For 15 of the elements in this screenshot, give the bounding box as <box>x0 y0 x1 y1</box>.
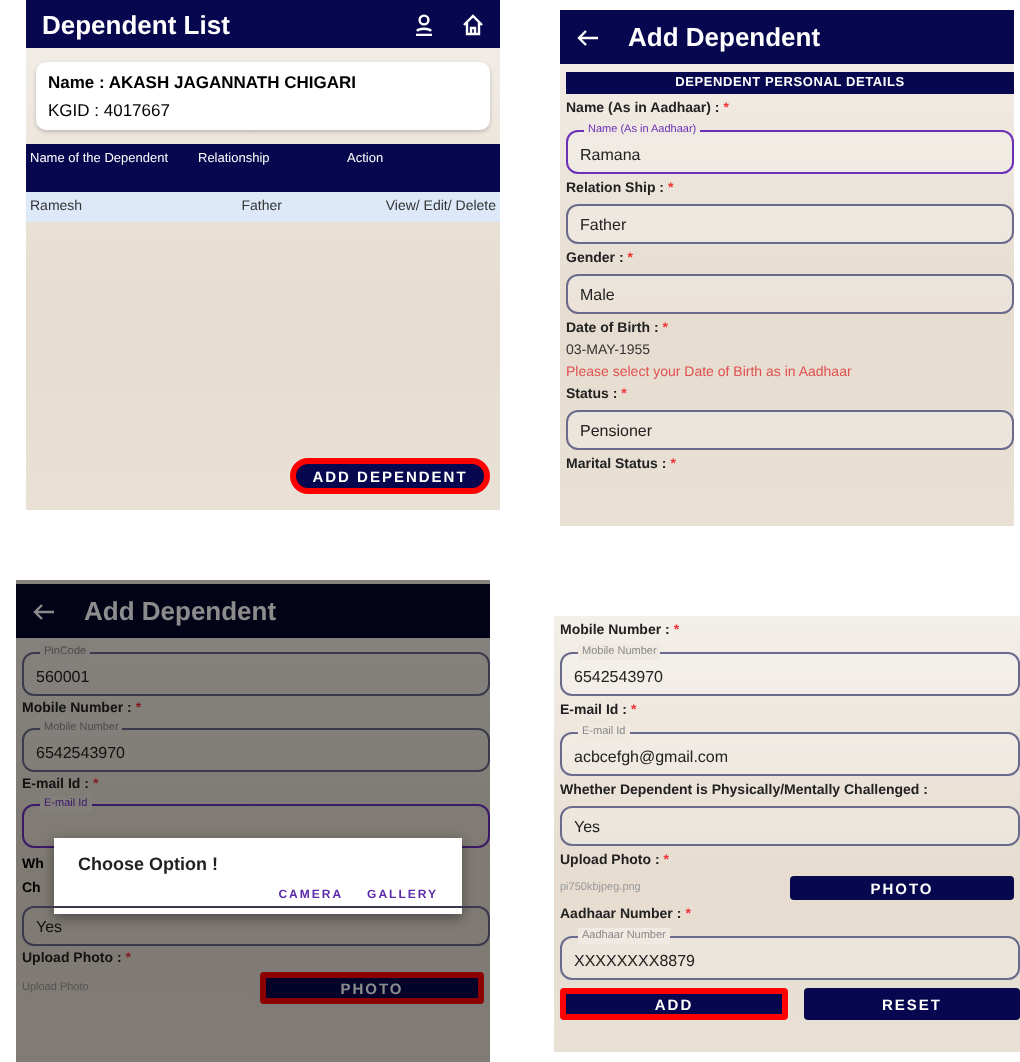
home-icon[interactable] <box>462 13 484 35</box>
input-field[interactable]: Male <box>566 274 1014 314</box>
screen-title: Dependent List <box>42 9 232 39</box>
screen-title: Add Dependent <box>628 22 823 52</box>
back-arrow-icon[interactable] <box>576 27 600 47</box>
dialog-title: Choose Option ! <box>78 854 220 874</box>
input-field[interactable]: Pensioner <box>566 410 1014 450</box>
input-field[interactable]: Yes <box>22 906 490 946</box>
back-arrow-icon[interactable] <box>32 601 56 621</box>
input-field[interactable]: Father <box>566 204 1014 244</box>
screen-title: Add Dependent <box>84 596 279 626</box>
input-field[interactable]: Yes <box>560 806 1020 846</box>
employee-name: Name : AKASH JAGANNATH CHIGARI <box>48 72 358 92</box>
person-icon[interactable] <box>414 13 434 35</box>
employee-id: KGID : 4017667 <box>48 100 172 120</box>
